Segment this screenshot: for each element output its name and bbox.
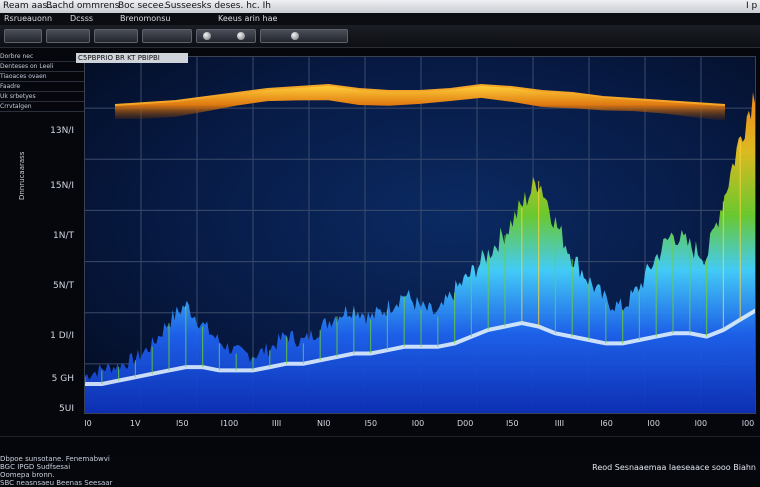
status-line: SBC neasnsaeu Beenas Seesaar bbox=[0, 479, 113, 487]
title-bar: Ream aas... Bachd ommrens Boc secee. Sus… bbox=[0, 0, 760, 13]
spectrum-plot[interactable] bbox=[84, 56, 756, 414]
y-tick-label: 5UI bbox=[59, 404, 74, 414]
x-tick-label: I60 bbox=[600, 419, 613, 428]
menu-item[interactable]: Dcsss bbox=[70, 13, 93, 25]
toolbar-control[interactable] bbox=[196, 29, 256, 43]
title-item[interactable]: Susseesks deses. hc. Ih bbox=[165, 0, 271, 13]
knob-icon[interactable] bbox=[203, 32, 211, 40]
toolbar-control[interactable] bbox=[142, 29, 192, 43]
toolbar-control[interactable] bbox=[4, 29, 42, 43]
knob-icon[interactable] bbox=[237, 32, 245, 40]
x-tick-label: I50 bbox=[364, 419, 378, 428]
y-tick-label: 5 GH bbox=[51, 374, 74, 384]
status-left: Dbpoe sunsotane. Fenemabwvi BGC IPGD Sud… bbox=[0, 455, 240, 487]
x-tick-label: 1V bbox=[129, 419, 141, 428]
knob-icon[interactable] bbox=[291, 32, 299, 40]
toolbar-control[interactable] bbox=[94, 29, 138, 43]
sidebar-item[interactable]: Uk srbetyes bbox=[0, 92, 84, 102]
menu-item[interactable]: Keeus arin hae bbox=[218, 13, 277, 25]
sidebar-item[interactable]: Crrvtalgen bbox=[0, 102, 84, 112]
y-tick-label: 1N/T bbox=[53, 231, 74, 241]
status-bar bbox=[0, 436, 760, 456]
menu-item[interactable]: Brenomonsu bbox=[120, 13, 170, 25]
sidebar-item[interactable]: Faadre bbox=[0, 82, 84, 92]
x-tick-label: I00 bbox=[694, 419, 708, 428]
x-tick-label: I50 bbox=[176, 419, 189, 428]
x-tick-label: I00 bbox=[741, 419, 755, 428]
sidebar-item[interactable]: Tiaoaces ovaen bbox=[0, 72, 84, 82]
plot-label: C5PBPRIO BR KT PBIPBI bbox=[76, 53, 188, 63]
menu-bar: Rsrueauonn Dcsss Brenomonsu Keeus arin h… bbox=[0, 13, 760, 25]
x-tick-label: IIII bbox=[271, 419, 282, 428]
x-tick-label: I0 bbox=[84, 419, 92, 428]
status-line: Dbpoe sunsotane. Fenemabwvi bbox=[0, 455, 110, 463]
status-line: Oomepa bronn. bbox=[0, 471, 55, 479]
x-tick-label: I50 bbox=[506, 419, 519, 428]
y-tick-label: 1 DI/I bbox=[50, 331, 74, 341]
x-tick-label: I100 bbox=[220, 419, 239, 428]
toolbar bbox=[0, 25, 760, 48]
y-tick-label: 13N/I bbox=[50, 126, 74, 136]
y-tick-label: 5N/T bbox=[53, 281, 74, 291]
status-line: BGC IPGD Sudfsesai bbox=[0, 463, 71, 471]
x-tick-label: IIII bbox=[554, 419, 565, 428]
toolbar-control[interactable] bbox=[260, 29, 348, 43]
x-tick-label: I00 bbox=[647, 419, 660, 428]
status-right: Reod Sesnaaemaa Iaeseaace sooo Biahn bbox=[592, 463, 756, 472]
y-axis-label: Dnnrucaarass bbox=[18, 151, 26, 200]
title-item[interactable]: Boc secee. bbox=[118, 0, 167, 13]
y-tick-label: 15N/I bbox=[50, 181, 74, 191]
toolbar-control[interactable] bbox=[46, 29, 90, 43]
sidebar-item[interactable]: Denteses on Leeli bbox=[0, 62, 84, 72]
x-tick-label: I00 bbox=[411, 419, 425, 428]
x-tick-label: D00 bbox=[456, 419, 474, 428]
sidebar-item[interactable]: Dorbre nec bbox=[0, 52, 84, 62]
x-tick-label: NI0 bbox=[316, 419, 331, 428]
title-right: I p bbox=[746, 1, 758, 11]
sidebar: Dorbre nec Denteses on Leeli Tiaoaces ov… bbox=[0, 52, 84, 112]
top-ridge-band bbox=[114, 83, 726, 121]
menu-item[interactable]: Rsrueauonn bbox=[4, 13, 52, 25]
spectrum-svg bbox=[85, 57, 755, 413]
title-item[interactable]: Bachd ommrens bbox=[46, 0, 119, 13]
